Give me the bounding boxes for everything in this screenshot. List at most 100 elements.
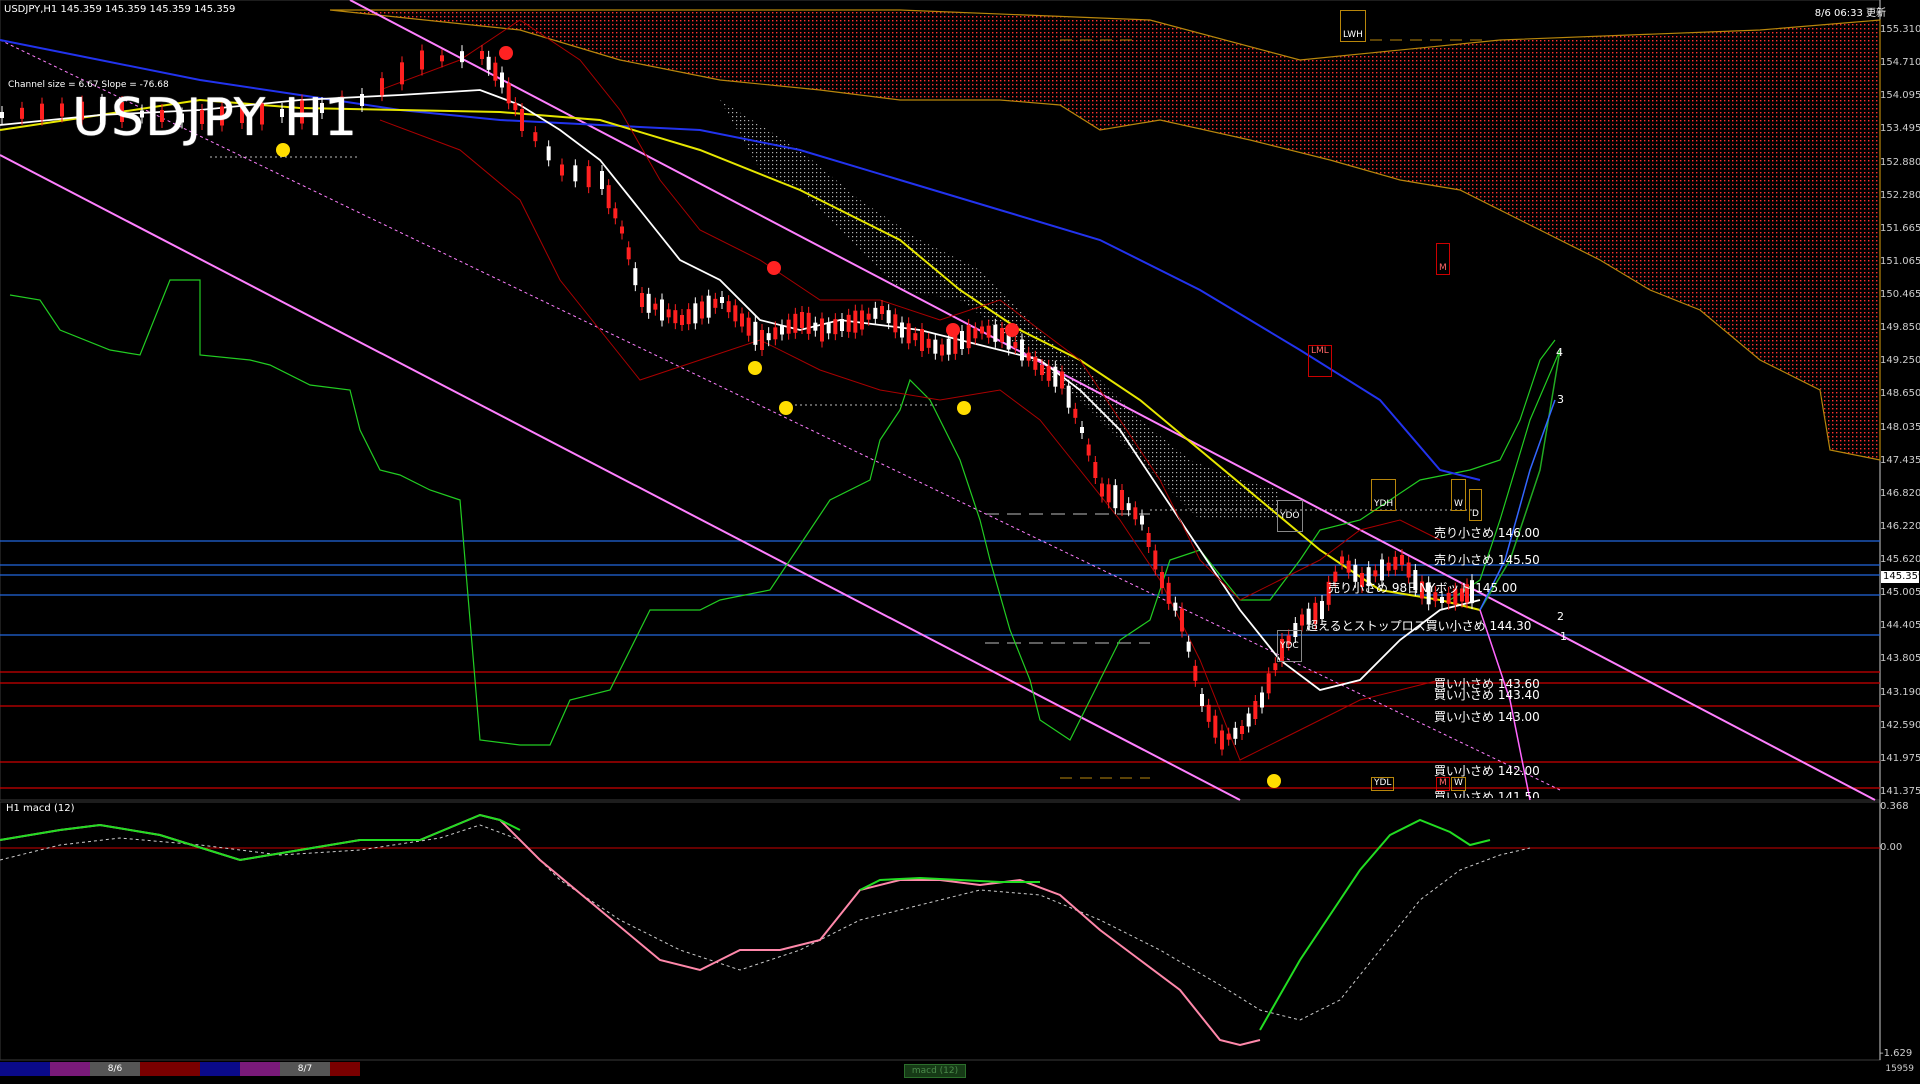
price-tick: 149.250 — [1880, 355, 1920, 367]
bull-candle — [1173, 602, 1178, 611]
bear-candle — [1160, 572, 1164, 588]
down-arrow-icon — [767, 261, 781, 275]
bull-candle — [993, 324, 998, 342]
bull-candle — [1260, 692, 1264, 708]
bear-candle — [653, 303, 658, 310]
bear-candle — [1340, 556, 1344, 564]
price-tick: 144.405 — [1880, 620, 1920, 632]
bear-candle — [1220, 730, 1224, 750]
bull-candle — [1126, 503, 1131, 511]
level-sell-145: 売り小さめ 98日NYボット 145.00 — [1328, 581, 1518, 595]
box-d: D — [1469, 489, 1482, 521]
price-chart[interactable] — [0, 0, 1920, 1080]
tab-date-8-7[interactable]: 8/7 — [280, 1062, 330, 1076]
price-tick: 153.495 — [1880, 123, 1920, 135]
bear-candle — [1393, 556, 1398, 570]
bear-candle — [1193, 665, 1198, 681]
symbol-header: USDJPY,H1 145.359 145.359 145.359 145.35… — [4, 4, 236, 15]
bear-candle — [920, 329, 924, 351]
bear-candle — [986, 325, 991, 338]
bear-candle — [680, 315, 684, 325]
price-tick: 148.650 — [1880, 388, 1920, 400]
level-buy-143-4: 買い小さめ 143.40 — [1434, 688, 1540, 702]
bull-candle — [900, 322, 904, 338]
bear-candle — [640, 293, 644, 307]
bear-candle — [973, 328, 978, 339]
bear-candle — [980, 326, 984, 334]
bear-candle — [893, 314, 898, 333]
bear-candle — [1146, 533, 1151, 547]
bear-candle — [1386, 562, 1391, 571]
bull-candle — [946, 338, 951, 355]
bull-candle — [1020, 339, 1024, 361]
bear-candle — [800, 312, 804, 328]
bull-candle — [780, 325, 784, 335]
bear-candle — [700, 301, 704, 319]
bear-candle — [713, 298, 718, 308]
timeline-segment — [140, 1062, 200, 1076]
bear-candle — [966, 325, 971, 349]
bear-candle — [420, 50, 424, 70]
bear-candle — [1400, 555, 1404, 565]
bear-candle — [1206, 704, 1211, 722]
bear-candle — [1100, 483, 1104, 497]
bear-candle — [773, 327, 778, 340]
bear-candle — [746, 317, 751, 336]
up-arrow-icon — [748, 361, 762, 375]
bear-candle — [906, 323, 911, 344]
bull-candle — [1380, 559, 1384, 581]
wave-label-1: 1 — [1560, 630, 1567, 643]
box-w-bottom: W — [1451, 777, 1466, 791]
chart-terminal[interactable]: USDJPY,H1 145.359 145.359 145.359 145.35… — [0, 0, 1920, 1080]
bear-candle — [613, 208, 618, 219]
price-tick: 143.805 — [1880, 653, 1920, 665]
price-tick: 148.035 — [1880, 421, 1920, 433]
bull-candle — [646, 293, 651, 313]
bear-candle — [1026, 352, 1031, 361]
bull-candle — [873, 307, 878, 319]
bear-candle — [1266, 673, 1271, 694]
bear-candle — [913, 333, 918, 341]
bear-candle — [620, 226, 624, 234]
bull-candle — [720, 297, 724, 303]
bull-candle — [1200, 694, 1204, 706]
price-tick: 145.620 — [1880, 554, 1920, 566]
wave-label-4: 4 — [1556, 346, 1563, 359]
bear-candle — [513, 103, 518, 111]
box-ydh: YDH — [1371, 479, 1397, 511]
up-arrow-icon — [957, 401, 971, 415]
bear-candle — [380, 78, 384, 96]
bear-candle — [1073, 408, 1078, 418]
macd-pane — [0, 801, 1881, 1061]
bear-candle — [1153, 550, 1158, 570]
box-ydc: YDC — [1277, 630, 1302, 662]
bear-candle — [1120, 490, 1124, 510]
bull-candle — [486, 56, 491, 70]
price-tick: 152.880 — [1880, 156, 1920, 168]
price-tick: 154.095 — [1880, 90, 1920, 102]
bear-candle — [846, 314, 851, 332]
level-buy-143: 買い小さめ 143.00 — [1434, 710, 1540, 724]
bear-candle — [1133, 507, 1138, 520]
indicator-scroll-tab[interactable]: macd (12) — [904, 1064, 966, 1078]
bear-candle — [1300, 614, 1304, 626]
tab-date-8-6[interactable]: 8/6 — [90, 1062, 140, 1076]
bear-candle — [880, 306, 884, 314]
level-stop-144-3: 超えるとストップロス買い小さめ 144.30 — [1306, 619, 1532, 633]
price-tick: 141.375 — [1880, 786, 1920, 797]
up-arrow-icon — [779, 401, 793, 415]
bull-candle — [460, 51, 464, 63]
bear-candle — [1060, 371, 1064, 389]
macd-axis-top: 0.368 — [1880, 801, 1909, 812]
price-tick: 155.310 — [1880, 24, 1920, 35]
bull-candle — [753, 321, 758, 345]
bear-candle — [866, 313, 871, 320]
bear-candle — [820, 318, 824, 342]
bull-candle — [840, 319, 844, 331]
macd-axis-bottom: -1.629 — [1880, 1048, 1913, 1059]
bear-candle — [1373, 570, 1378, 577]
bear-candle — [506, 83, 511, 104]
price-tick: 142.590 — [1880, 719, 1920, 731]
price-tick: 146.820 — [1880, 487, 1920, 499]
bull-candle — [573, 165, 578, 182]
